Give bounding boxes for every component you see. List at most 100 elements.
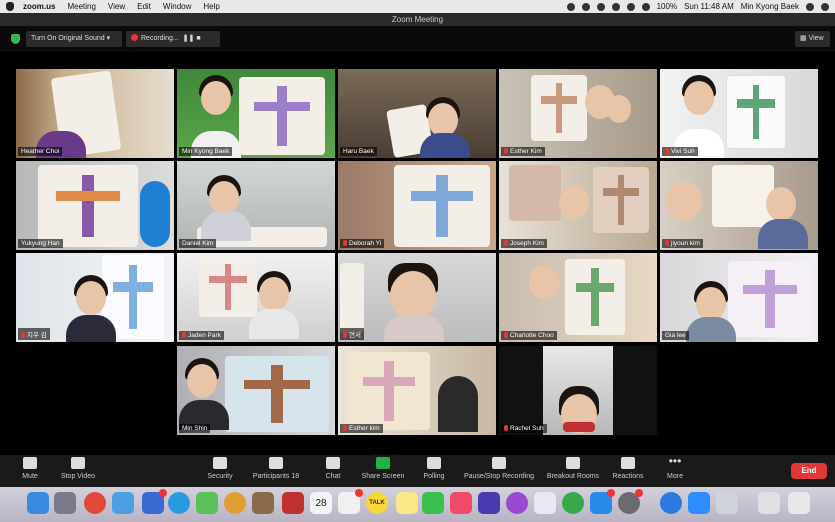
app-icon[interactable] bbox=[716, 492, 738, 514]
recording-indicator[interactable]: Recording... ❚❚ ■ bbox=[126, 31, 220, 47]
bar-chart-icon bbox=[427, 457, 441, 469]
menu-view[interactable]: View bbox=[108, 2, 125, 11]
trash-icon[interactable] bbox=[788, 492, 810, 514]
participant-name: 지우 김 bbox=[18, 328, 50, 340]
system-preferences-icon[interactable] bbox=[618, 489, 643, 514]
participant-name: Min Kyong Baek bbox=[179, 147, 233, 156]
status-icon[interactable] bbox=[611, 2, 620, 11]
video-tile[interactable]: Heather Choi bbox=[16, 69, 174, 158]
view-button[interactable]: ▦ View bbox=[795, 31, 830, 47]
menu-help[interactable]: Help bbox=[203, 2, 219, 11]
participant-name: Joseph Kim bbox=[501, 239, 547, 248]
pause-stop-recording-button[interactable]: Pause/Stop Recording bbox=[454, 457, 544, 480]
muted-mic-icon bbox=[21, 332, 25, 338]
app-icon[interactable] bbox=[142, 489, 167, 514]
participant-name: jiyoun kim bbox=[662, 239, 703, 248]
video-tile[interactable]: Min Kyong Baek bbox=[177, 69, 335, 158]
battery-icon[interactable] bbox=[641, 2, 650, 11]
app-store-icon[interactable] bbox=[590, 489, 615, 514]
launchpad-icon[interactable] bbox=[54, 492, 76, 514]
calendar-icon[interactable]: 28 bbox=[310, 492, 332, 514]
video-tile[interactable]: Rachel Suh bbox=[499, 346, 657, 435]
line-icon[interactable] bbox=[422, 492, 444, 514]
menu-app-zoom[interactable]: zoom.us bbox=[23, 2, 55, 11]
grid-icon bbox=[566, 457, 580, 469]
video-tile[interactable]: Joseph Kim bbox=[499, 161, 657, 250]
security-button[interactable]: Security bbox=[190, 457, 250, 480]
menu-list-icon[interactable] bbox=[821, 2, 829, 11]
app-icon[interactable] bbox=[282, 492, 304, 514]
participant-name: Jaden Park bbox=[179, 331, 224, 340]
view-label: View bbox=[808, 35, 824, 42]
video-tile[interactable]: Gia lee bbox=[660, 253, 818, 342]
muted-mic-icon bbox=[665, 148, 669, 154]
participant-name: Deborah Yi bbox=[340, 239, 385, 248]
meeting-controls: Mute Stop Video Security Participants 18… bbox=[0, 455, 835, 487]
mac-menubar: zoom.us Meeting View Edit Window Help 10… bbox=[0, 0, 835, 13]
evernote-icon[interactable] bbox=[562, 492, 584, 514]
finder-icon[interactable] bbox=[27, 492, 49, 514]
video-tile[interactable]: Charlotte Choo bbox=[499, 253, 657, 342]
end-meeting-button[interactable]: End bbox=[791, 463, 827, 479]
shield-icon[interactable] bbox=[11, 34, 20, 44]
chrome-icon[interactable] bbox=[84, 492, 106, 514]
music-icon[interactable] bbox=[450, 492, 472, 514]
photos-icon[interactable] bbox=[224, 492, 246, 514]
apple-icon[interactable] bbox=[6, 2, 14, 11]
muted-mic-icon bbox=[182, 332, 186, 338]
zoom-icon[interactable] bbox=[688, 492, 710, 514]
chat-icon bbox=[326, 457, 340, 469]
more-button[interactable]: ••• More bbox=[645, 455, 705, 480]
status-icon[interactable] bbox=[581, 2, 590, 11]
record-icon bbox=[131, 34, 138, 41]
video-tile[interactable]: jiyoun kim bbox=[660, 161, 818, 250]
muted-mic-icon bbox=[504, 332, 508, 338]
battery-percent: 100% bbox=[656, 2, 678, 11]
video-tile[interactable]: Daniel Kim bbox=[177, 161, 335, 250]
stop-video-button[interactable]: Stop Video bbox=[48, 457, 108, 480]
menu-window[interactable]: Window bbox=[163, 2, 191, 11]
kakaotalk-icon[interactable]: TALK bbox=[366, 492, 388, 514]
app-icon[interactable] bbox=[478, 492, 500, 514]
participant-name: Rachel Suh bbox=[501, 424, 547, 433]
status-icon[interactable] bbox=[566, 2, 575, 11]
notes-icon[interactable] bbox=[396, 492, 418, 514]
video-tile[interactable]: Haru Baek bbox=[338, 69, 496, 158]
app-icon[interactable] bbox=[112, 492, 134, 514]
participant-name: Esther kim bbox=[340, 424, 383, 433]
breakout-rooms-button[interactable]: Breakout Rooms bbox=[540, 457, 606, 480]
video-tile[interactable]: Min Shin bbox=[177, 346, 335, 435]
safari-icon[interactable] bbox=[660, 492, 682, 514]
original-sound-label: Turn On Original Sound bbox=[31, 35, 105, 42]
video-tile[interactable]: 연서 bbox=[338, 253, 496, 342]
wifi-icon[interactable] bbox=[626, 2, 635, 11]
video-tile[interactable]: Deborah Yi bbox=[338, 161, 496, 250]
participant-name: Yukyung Han bbox=[18, 239, 63, 248]
pause-stop-icon bbox=[492, 457, 506, 469]
app-icon[interactable] bbox=[196, 492, 218, 514]
video-tile-active-speaker[interactable]: Yukyung Han bbox=[16, 161, 174, 250]
clock[interactable]: Sun 11:48 AM bbox=[684, 2, 734, 11]
menu-meeting[interactable]: Meeting bbox=[67, 2, 95, 11]
video-tile[interactable]: Esther kim bbox=[338, 346, 496, 435]
muted-mic-icon bbox=[665, 240, 669, 246]
reminders-icon[interactable] bbox=[338, 489, 363, 514]
participant-name: Charlotte Choo bbox=[501, 331, 557, 340]
video-tile[interactable]: Esther Kim bbox=[499, 69, 657, 158]
menu-edit[interactable]: Edit bbox=[137, 2, 151, 11]
video-tile[interactable]: Vivi Suh bbox=[660, 69, 818, 158]
messages-icon[interactable] bbox=[168, 492, 190, 514]
app-icon[interactable] bbox=[534, 492, 556, 514]
video-tile[interactable]: 지우 김 bbox=[16, 253, 174, 342]
status-icon[interactable] bbox=[596, 2, 605, 11]
participants-button[interactable]: Participants 18 bbox=[246, 457, 306, 480]
original-sound-button[interactable]: Turn On Original Sound ▾ bbox=[26, 31, 122, 47]
participant-name: Esther Kim bbox=[501, 147, 545, 156]
user-name[interactable]: Min Kyong Baek bbox=[741, 2, 799, 11]
search-icon[interactable] bbox=[806, 2, 814, 11]
podcasts-icon[interactable] bbox=[506, 492, 528, 514]
video-tile[interactable]: Jaden Park bbox=[177, 253, 335, 342]
folder-icon[interactable] bbox=[758, 492, 780, 514]
app-icon[interactable] bbox=[252, 492, 274, 514]
participant-name: Heather Choi bbox=[18, 147, 63, 156]
